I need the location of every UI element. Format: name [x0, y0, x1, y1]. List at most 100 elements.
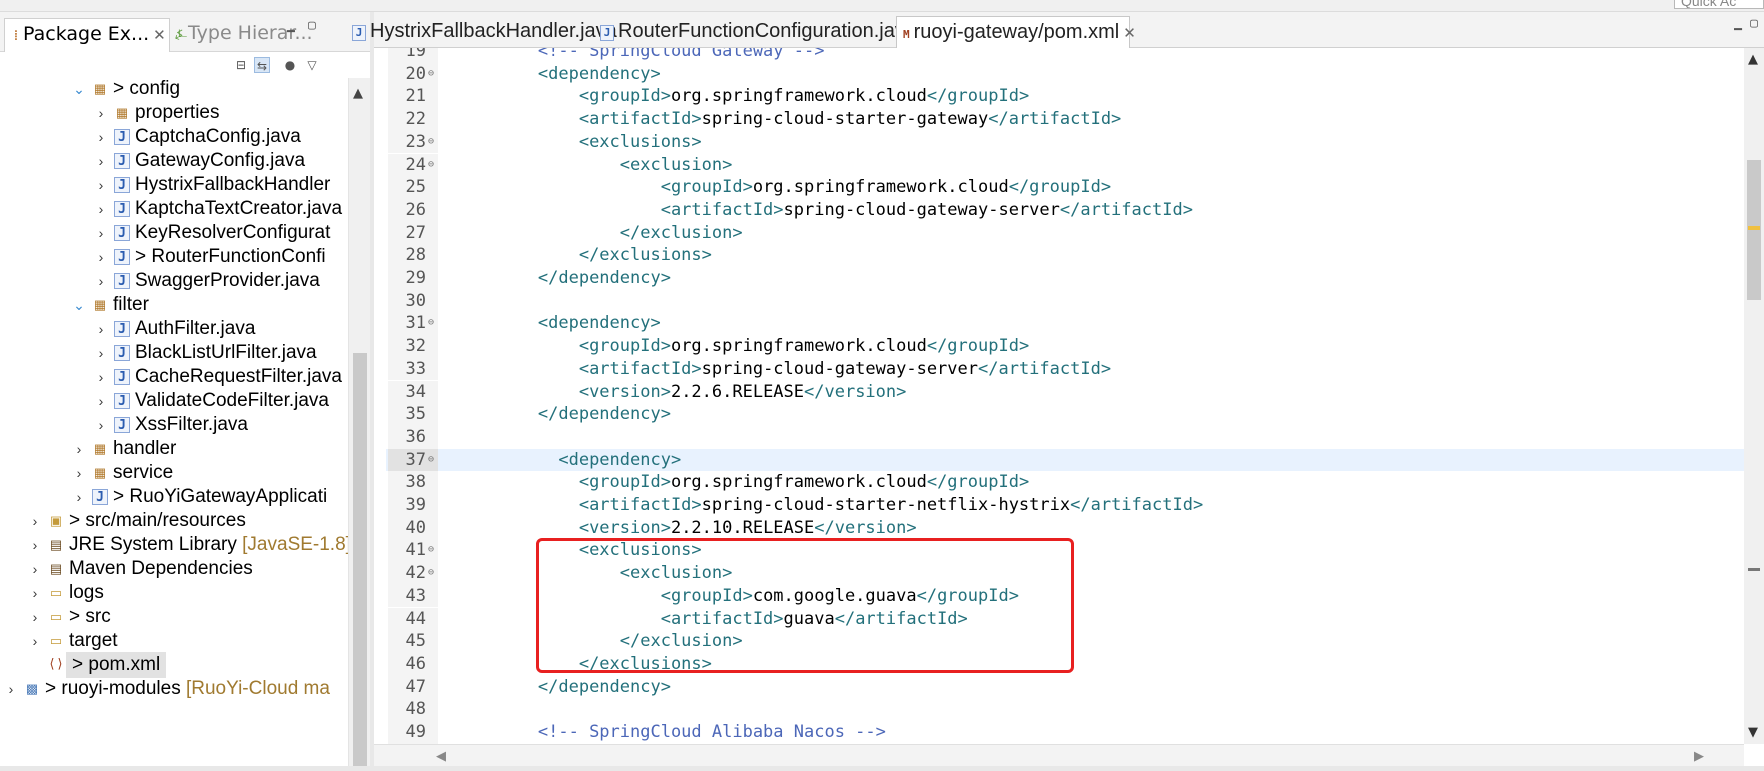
tree-item[interactable]: › J HystrixFallbackHandler: [0, 172, 348, 198]
code-line[interactable]: 48: [386, 698, 1756, 721]
expand-arrow-icon[interactable]: ›: [94, 340, 108, 366]
code-line[interactable]: 33 <artifactId>spring-cloud-gateway-serv…: [386, 357, 1756, 381]
code-line[interactable]: 40 <version>2.2.10.RELEASE</version>: [386, 516, 1756, 540]
expand-arrow-icon[interactable]: ›: [94, 124, 108, 150]
expand-arrow-icon[interactable]: ›: [28, 628, 42, 654]
code-line[interactable]: 42 ⊖ <exclusion>: [386, 562, 1756, 585]
expand-arrow-icon[interactable]: ›: [94, 412, 108, 438]
editor-horizontal-scrollbar[interactable]: ◀ ▶: [374, 744, 1744, 766]
expand-arrow-icon[interactable]: ›: [94, 316, 108, 342]
tree-item[interactable]: › ▦ service: [0, 460, 348, 486]
quick-access-input[interactable]: Quick Ac: [1674, 0, 1764, 9]
expand-arrow-icon[interactable]: ›: [94, 364, 108, 390]
code-line[interactable]: 47 </dependency>: [386, 675, 1756, 699]
minimize-icon[interactable]: ▁: [1734, 16, 1742, 31]
code-line[interactable]: 46 </exclusions>: [386, 652, 1756, 676]
fold-icon[interactable]: ⊖: [428, 131, 434, 154]
code-line[interactable]: 36: [386, 425, 1756, 449]
code-line[interactable]: 37 ⊖ <dependency>: [386, 448, 1756, 472]
code-line[interactable]: 27 </exclusion>: [386, 221, 1756, 245]
maximize-icon[interactable]: ▢: [1750, 16, 1758, 31]
code-line[interactable]: 38 <groupId>org.springframework.cloud</g…: [386, 471, 1756, 494]
expand-arrow-icon[interactable]: ›: [72, 436, 86, 462]
code-area[interactable]: 19 <!-- SpringCloud Gateway --> 20 ⊖ <depe…: [386, 48, 1756, 756]
scroll-down-icon[interactable]: ▼: [1748, 725, 1758, 740]
link-with-editor-icon[interactable]: ⇆: [254, 57, 270, 73]
focus-icon[interactable]: ●: [282, 57, 298, 73]
fold-icon[interactable]: ⊖: [428, 312, 434, 335]
collapse-all-icon[interactable]: ⊟: [233, 57, 249, 73]
scroll-left-icon[interactable]: ◀: [436, 749, 446, 764]
tree-item[interactable]: › J ValidateCodeFilter.java: [0, 388, 348, 414]
code-line[interactable]: 20 ⊖ <dependency>: [386, 62, 1756, 86]
tree-item[interactable]: › ▤ Maven Dependencies: [0, 556, 348, 582]
code-line[interactable]: 39 <artifactId>spring-cloud-starter-netf…: [386, 494, 1756, 517]
tree-item[interactable]: ⌄ ▦ filter: [0, 292, 348, 318]
code-line[interactable]: 44 <artifactId>guava</artifactId>: [386, 607, 1756, 631]
tree-item[interactable]: › ▤ JRE System Library [JavaSE-1.8]: [0, 532, 348, 558]
expand-arrow-icon[interactable]: ›: [72, 460, 86, 486]
close-icon[interactable]: ✕: [153, 26, 166, 44]
code-line[interactable]: 28 </exclusions>: [386, 244, 1756, 267]
tree-item[interactable]: › J BlackListUrlFilter.java: [0, 340, 348, 366]
expand-arrow-icon[interactable]: ›: [94, 388, 108, 414]
code-line[interactable]: 30: [386, 289, 1756, 313]
tree-item[interactable]: › ▦ handler: [0, 436, 348, 462]
scroll-right-icon[interactable]: ▶: [1694, 749, 1704, 764]
tree-item[interactable]: › J CacheRequestFilter.java: [0, 364, 348, 390]
tree-item[interactable]: ⌄ ▦ > config: [0, 78, 348, 102]
code-line[interactable]: ⚠34 <version>2.2.6.RELEASE</version>: [386, 380, 1756, 404]
close-icon[interactable]: ✕: [1123, 25, 1136, 42]
code-line[interactable]: 35 </dependency>: [386, 403, 1756, 426]
tab-router-function-configuration[interactable]: J RouterFunctionConfiguration.java: [594, 16, 916, 48]
expand-arrow-icon[interactable]: ›: [28, 556, 42, 582]
tree-item[interactable]: › J > RuoYiGatewayApplicati: [0, 484, 348, 510]
code-line[interactable]: 32 <groupId>org.springframework.cloud</g…: [386, 335, 1756, 358]
expand-arrow-icon[interactable]: ›: [94, 268, 108, 294]
expand-arrow-icon[interactable]: ›: [94, 172, 108, 198]
code-line[interactable]: 22 <artifactId>spring-cloud-starter-gate…: [386, 108, 1756, 131]
scroll-up-icon[interactable]: ▲: [1748, 52, 1758, 67]
fold-icon[interactable]: ⊖: [428, 562, 434, 585]
expand-arrow-icon[interactable]: ›: [94, 220, 108, 246]
code-line[interactable]: 29 </dependency>: [386, 267, 1756, 290]
tree-item[interactable]: › J XssFilter.java: [0, 412, 348, 438]
code-line[interactable]: 45 </exclusion>: [386, 630, 1756, 653]
tree-item[interactable]: › J SwaggerProvider.java: [0, 268, 348, 294]
code-line[interactable]: 31 ⊖ <dependency>: [386, 312, 1756, 336]
scroll-thumb[interactable]: [353, 353, 367, 771]
editor-vertical-scrollbar[interactable]: ▲ ▼: [1744, 48, 1764, 744]
maximize-icon[interactable]: ▢: [308, 18, 316, 33]
tree-item[interactable]: › ▩ > ruoyi-modules [RuoYi-Cloud ma: [0, 676, 348, 702]
expand-arrow-icon[interactable]: ›: [94, 196, 108, 222]
code-line[interactable]: 41 ⊖ <exclusions>: [386, 539, 1756, 563]
tree-item[interactable]: › ▭ logs: [0, 580, 348, 606]
code-line[interactable]: 25 <groupId>org.springframework.cloud</g…: [386, 176, 1756, 199]
package-tree-scrollbar[interactable]: ▲: [348, 78, 370, 771]
expand-arrow-icon[interactable]: ›: [28, 508, 42, 534]
tab-hystrix-fallback-handler[interactable]: J HystrixFallbackHandler.java: [346, 16, 617, 48]
expand-arrow-icon[interactable]: ›: [94, 100, 108, 126]
collapse-arrow-icon[interactable]: ⌄: [72, 292, 86, 318]
tree-item[interactable]: › J KeyResolverConfigurat: [0, 220, 348, 246]
collapse-arrow-icon[interactable]: ⌄: [72, 78, 86, 102]
tree-item[interactable]: › ▭ > src: [0, 604, 348, 630]
minimize-icon[interactable]: ▁: [287, 18, 295, 33]
code-line[interactable]: 24 ⊖ <exclusion>: [386, 153, 1756, 177]
tree-item[interactable]: › J KaptchaTextCreator.java: [0, 196, 348, 222]
tree-item[interactable]: › ▣ > src/main/resources: [0, 508, 348, 534]
tree-item[interactable]: › J > RouterFunctionConfi: [0, 244, 348, 270]
tree-item[interactable]: › ▦ properties: [0, 100, 348, 126]
expand-arrow-icon[interactable]: ›: [28, 604, 42, 630]
tab-pom-xml[interactable]: Mruoyi-gateway/pom.xml ✕: [896, 16, 1136, 48]
expand-arrow-icon[interactable]: ›: [94, 148, 108, 174]
expand-arrow-icon[interactable]: ›: [28, 580, 42, 606]
code-line[interactable]: 49 <!-- SpringCloud Alibaba Nacos -->: [386, 721, 1756, 744]
fold-icon[interactable]: ⊖: [428, 449, 434, 472]
code-line[interactable]: 26 <artifactId>spring-cloud-gateway-serv…: [386, 198, 1756, 222]
expand-arrow-icon[interactable]: ›: [94, 244, 108, 270]
expand-arrow-icon[interactable]: ›: [4, 676, 18, 702]
expand-arrow-icon[interactable]: ›: [28, 532, 42, 558]
view-menu-icon[interactable]: ▽: [304, 57, 320, 73]
tree-item[interactable]: ›⟨⟩> pom.xml: [0, 652, 348, 678]
